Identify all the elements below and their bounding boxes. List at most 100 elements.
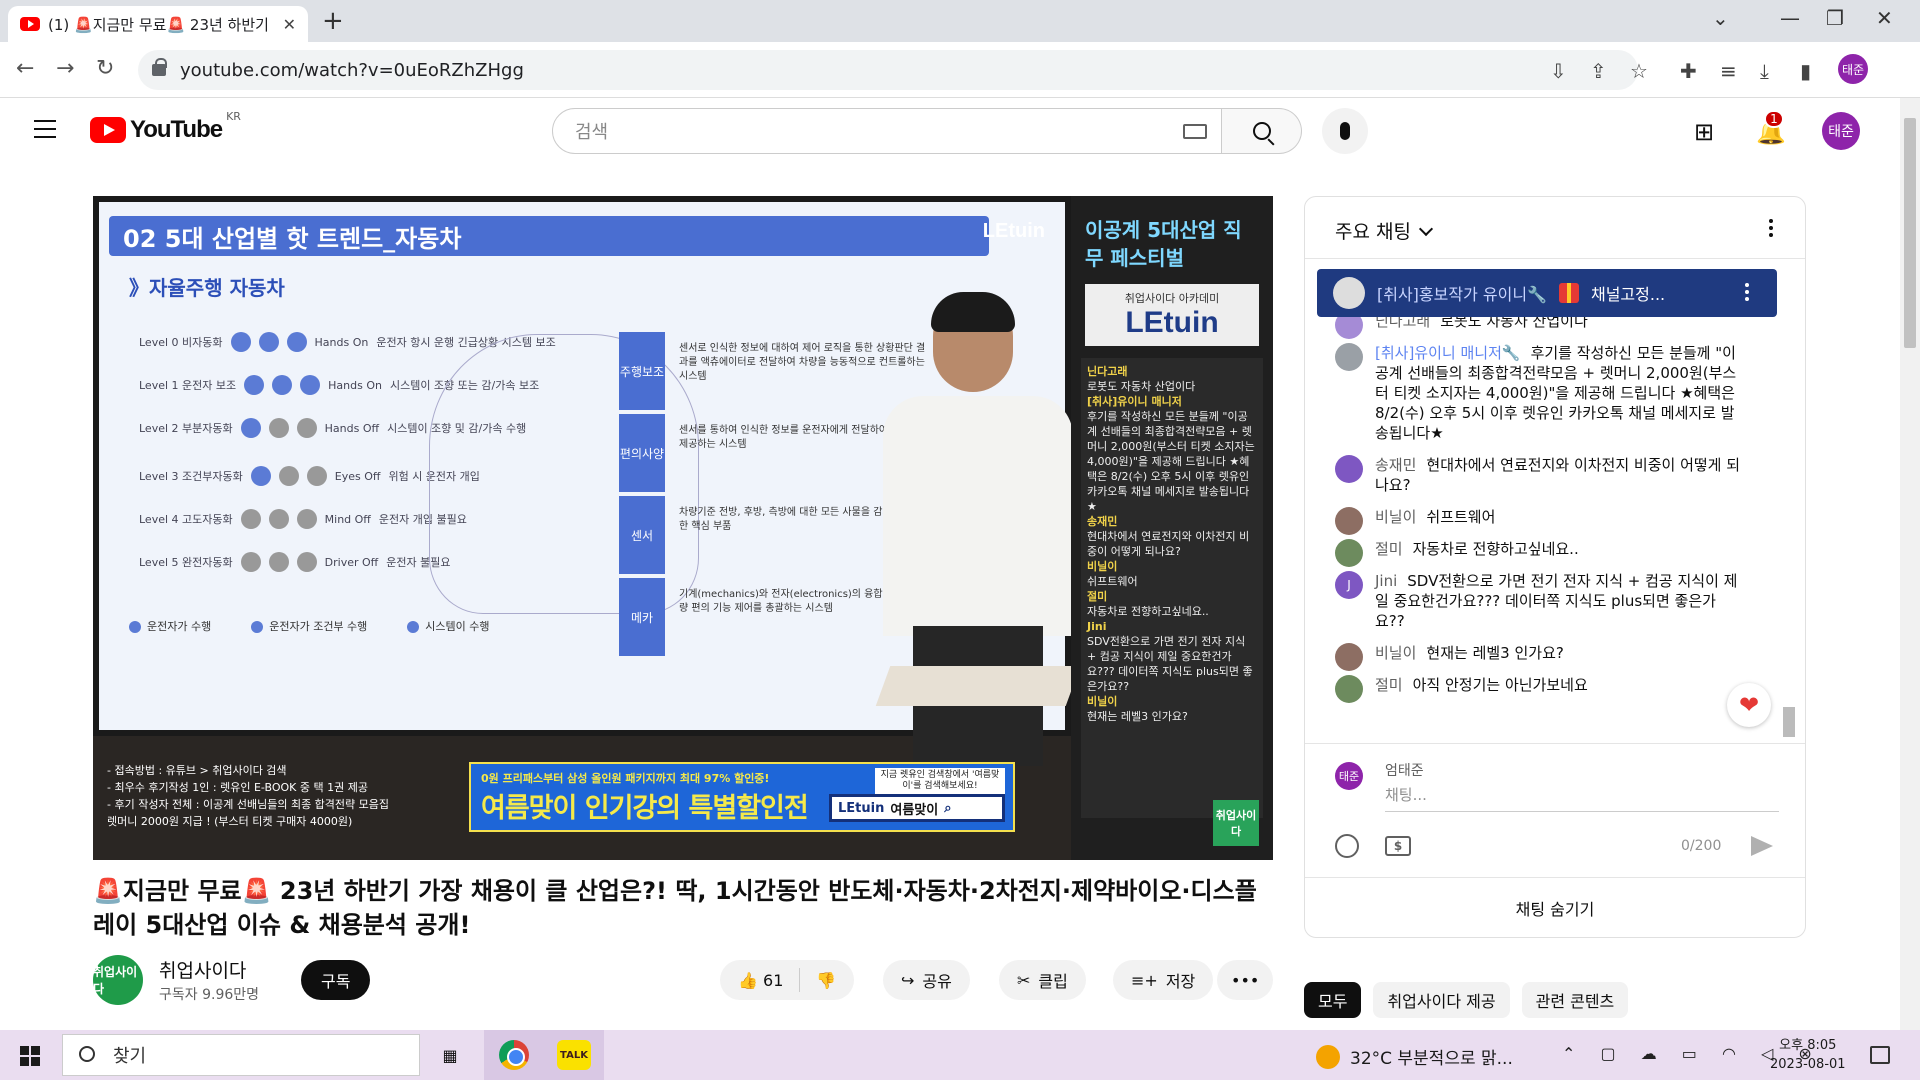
chat-author[interactable]: 절미 (1375, 676, 1403, 694)
clip-button[interactable]: ✂ 클립 (999, 960, 1086, 1000)
search-input[interactable]: 검색 (552, 108, 1222, 154)
dislike-button-icon[interactable]: 👎 (816, 971, 836, 990)
level-dot-icon (250, 466, 271, 486)
kakaotalk-icon: TALK (557, 1040, 591, 1070)
super-chat-icon[interactable]: $ (1385, 836, 1411, 856)
account-avatar[interactable]: 태준 (1822, 112, 1860, 150)
embedded-chat-name: 비닐이 (1087, 560, 1118, 573)
chat-author[interactable]: Jini (1375, 572, 1397, 590)
taskbar-clock[interactable]: 오후 8:05 2023-08-01 (1770, 1036, 1846, 1074)
keyboard-icon[interactable] (1183, 124, 1207, 139)
send-icon[interactable] (1751, 836, 1773, 856)
more-horizontal-icon: ••• (1231, 970, 1260, 990)
chat-avatar[interactable] (1335, 343, 1363, 371)
search-button[interactable] (1222, 108, 1302, 154)
like-dislike-group: 👍 61 👎 (720, 960, 855, 1000)
chat-avatar[interactable] (1335, 539, 1363, 567)
level-hands: Driver Off (324, 555, 379, 569)
channel-avatar[interactable]: 취업사이다 (93, 955, 143, 1005)
chat-text: 쉬프트웨어 (1426, 508, 1496, 526)
browser-tab[interactable]: (1) 🚨지금만 무료🚨 23년 하반기 ✕ (8, 6, 308, 42)
caption-line: - 최우수 후기작성 1인 : 렛유인 E-BOOK 중 택 1권 제공 (107, 781, 368, 794)
chat-avatar[interactable] (1335, 675, 1363, 703)
more-actions-button[interactable]: ••• (1217, 960, 1274, 1000)
chip-channel[interactable]: 취업사이다 제공 (1373, 982, 1510, 1018)
level-dot-icon (240, 552, 261, 572)
new-tab-icon[interactable]: + (322, 6, 344, 36)
slide-subtitle: 》자율주행 자동차 (129, 276, 285, 300)
pinned-message[interactable]: [취사]홍보작가 유이니🔧 채널고정... (1317, 269, 1777, 317)
chat-mode-selector[interactable]: 주요 채팅 (1335, 217, 1434, 244)
media-queue-icon[interactable]: ≡ (1720, 59, 1737, 83)
page-scrollbar[interactable] (1900, 98, 1920, 1030)
chat-author[interactable]: 비닐이 (1375, 644, 1416, 662)
chat-author[interactable]: [취사]유이니 매니저🔧 (1375, 344, 1521, 362)
embedded-chat-text: 로봇도 자동차 산업이다 (1087, 380, 1196, 393)
notification-count-badge: 1 (1764, 110, 1784, 128)
forward-icon[interactable]: → (56, 56, 74, 81)
pinned-more-icon[interactable] (1745, 283, 1749, 287)
taskbar-search[interactable]: 찾기 (62, 1034, 420, 1076)
save-button[interactable]: ≡+ 저장 (1113, 960, 1214, 1000)
chip-all[interactable]: 모두 (1304, 982, 1362, 1018)
embedded-chat-item: Jini SDV전환으로 가면 전기 전자 지식 + 컴공 지식이 제일 중요한건… (1087, 619, 1257, 694)
menu-icon[interactable] (34, 120, 56, 138)
windows-start-icon[interactable] (20, 1046, 40, 1066)
chat-author[interactable]: 비닐이 (1375, 508, 1416, 526)
window-close-icon[interactable]: ✕ (1876, 6, 1893, 30)
hide-chat-button[interactable]: 채팅 숨기기 (1305, 877, 1805, 937)
extensions-icon[interactable]: ✚ (1680, 59, 1697, 83)
bookmark-star-icon[interactable]: ☆ (1630, 59, 1648, 83)
banner-search-box: LEtuin 여름맞이 ⌕ (829, 794, 1005, 822)
video-player[interactable]: 02 5대 산업별 핫 트렌드_자동차 LEtuin 》자율주행 자동차 Lev… (93, 196, 1273, 860)
chat-text: 현재는 레벨3 인가요? (1426, 644, 1564, 662)
maximize-icon[interactable]: ❐ (1826, 6, 1844, 30)
level-hands: Hands On (314, 335, 369, 349)
action-center-icon[interactable] (1870, 1046, 1890, 1064)
chip-related[interactable]: 관련 콘텐츠 (1521, 982, 1629, 1018)
minimize-icon[interactable]: — (1780, 6, 1800, 30)
level-dot-icon (286, 332, 307, 352)
downloads-icon[interactable]: ⤓ (1760, 59, 1769, 83)
chat-input[interactable]: 채팅... (1385, 784, 1779, 812)
tab-close-icon[interactable]: ✕ (283, 15, 296, 34)
chrome-taskbar-button[interactable] (484, 1030, 544, 1080)
kakaotalk-taskbar-button[interactable]: TALK (544, 1030, 604, 1080)
chat-author[interactable]: 송재민 (1375, 456, 1416, 474)
address-bar[interactable]: youtube.com/watch?v=0uEoRZhZHgg (138, 50, 1638, 90)
weather-widget[interactable]: 32°C 부분적으로 맑... (1316, 1044, 1513, 1069)
install-app-icon[interactable]: ⇩ (1550, 59, 1567, 83)
reload-icon[interactable]: ↻ (96, 56, 114, 81)
chat-header: 주요 채팅 (1305, 197, 1805, 259)
chat-scrollbar[interactable] (1783, 707, 1795, 737)
like-button[interactable]: 👍 61 (738, 971, 783, 990)
heart-reaction-icon[interactable]: ❤ (1727, 683, 1771, 727)
tab-search-chevron-icon[interactable]: ⌄ (1712, 6, 1729, 30)
chat-avatar[interactable] (1335, 455, 1363, 483)
task-view-icon[interactable]: ▦ (420, 1030, 480, 1080)
share-button[interactable]: ↪ 공유 (883, 960, 970, 1000)
level-dot-icon (268, 509, 289, 529)
side-panel-icon[interactable]: ▮ (1800, 59, 1811, 83)
caption-line: 렛머니 2000원 지급 ! (부스터 티켓 구매자 4000원) (107, 815, 353, 828)
back-icon[interactable]: ← (16, 56, 34, 81)
logo-region: KR (226, 110, 241, 123)
chat-author[interactable]: 절미 (1375, 540, 1403, 558)
channel-name[interactable]: 취업사이다 (159, 956, 246, 983)
create-video-icon[interactable]: ⊞ (1694, 118, 1714, 146)
chat-avatar[interactable]: J (1335, 571, 1363, 599)
chat-more-icon[interactable] (1769, 219, 1773, 223)
search-icon (1252, 122, 1271, 140)
browser-profile-avatar[interactable]: 태준 (1838, 54, 1868, 84)
voice-search-button[interactable] (1322, 108, 1368, 154)
share-page-icon[interactable]: ⇪ (1590, 59, 1607, 83)
user-avatar: 태준 (1335, 762, 1363, 790)
chrome-icon (499, 1040, 529, 1070)
page-scroll-thumb[interactable] (1904, 118, 1916, 348)
chat-avatar[interactable] (1335, 643, 1363, 671)
youtube-logo[interactable]: YouTube KR (90, 110, 241, 144)
chat-avatar[interactable] (1335, 507, 1363, 535)
subscribe-button[interactable]: 구독 (301, 960, 371, 1000)
emoji-icon[interactable] (1335, 834, 1359, 858)
channel-badge: 취업사이다 (1213, 800, 1259, 846)
